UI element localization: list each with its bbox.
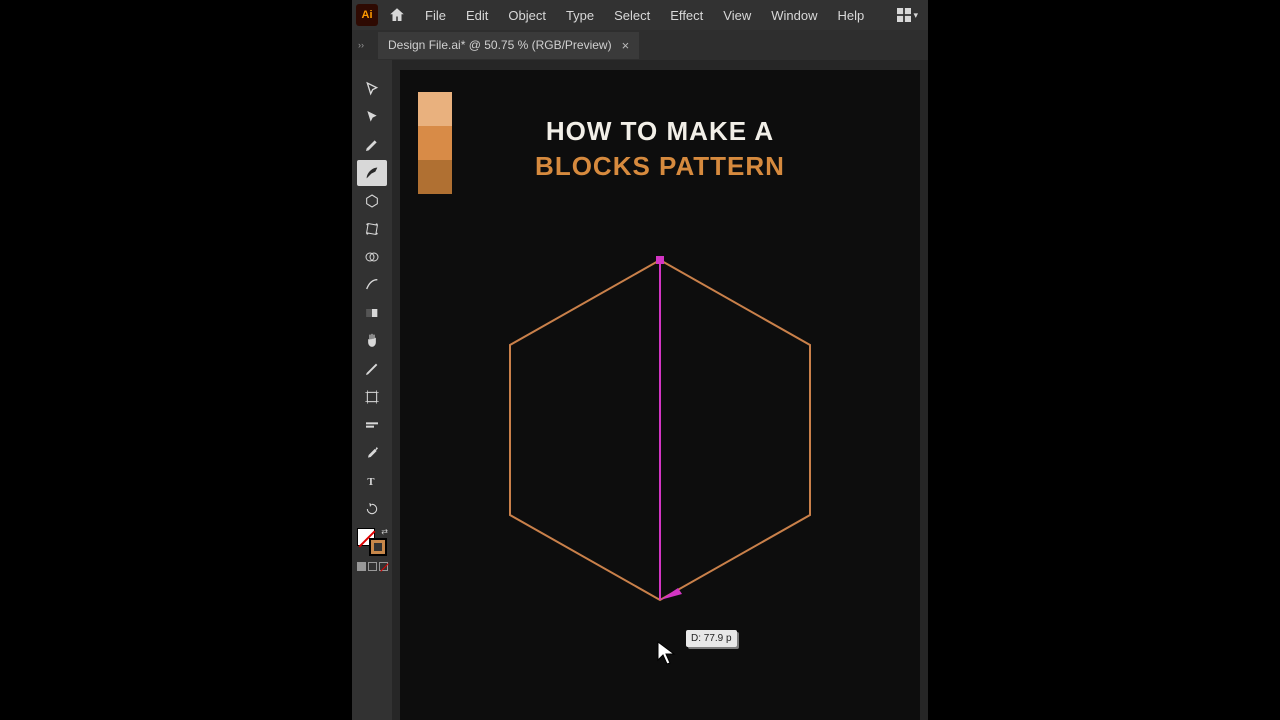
menu-file[interactable]: File bbox=[416, 4, 455, 27]
hand-tool[interactable] bbox=[357, 328, 387, 354]
hexagon-shape[interactable] bbox=[500, 250, 820, 610]
menu-select[interactable]: Select bbox=[605, 4, 659, 27]
draw-inside-icon[interactable] bbox=[379, 562, 388, 571]
title-line-2: BLOCKS PATTERN bbox=[535, 151, 785, 182]
rotate-tool[interactable] bbox=[357, 496, 387, 522]
fill-stroke-control[interactable]: ⇄ bbox=[357, 528, 387, 556]
svg-text:T: T bbox=[367, 477, 374, 488]
pen-tool[interactable] bbox=[357, 132, 387, 158]
direct-selection-tool[interactable] bbox=[357, 104, 387, 130]
canvas-area: HOW TO MAKE A BLOCKS PATTERN D: 77.9 p bbox=[392, 60, 928, 720]
free-transform-tool[interactable] bbox=[357, 216, 387, 242]
measurement-tooltip: D: 77.9 p bbox=[686, 630, 737, 647]
swap-fill-stroke-icon[interactable]: ⇄ bbox=[381, 527, 388, 536]
curvature-tool[interactable] bbox=[357, 160, 387, 186]
tabstrip-handle-icon[interactable]: ›› bbox=[358, 40, 378, 50]
title-line-1: HOW TO MAKE A bbox=[535, 116, 785, 147]
menu-window[interactable]: Window bbox=[762, 4, 826, 27]
width-tool[interactable] bbox=[357, 412, 387, 438]
color-palette bbox=[418, 92, 452, 194]
gradient-tool[interactable] bbox=[357, 300, 387, 326]
menu-object[interactable]: Object bbox=[499, 4, 555, 27]
type-tool[interactable]: T bbox=[357, 468, 387, 494]
menu-effect[interactable]: Effect bbox=[661, 4, 712, 27]
menu-help[interactable]: Help bbox=[828, 4, 873, 27]
stroke-swatch[interactable] bbox=[369, 538, 387, 556]
draw-normal-icon[interactable] bbox=[357, 562, 366, 571]
menu-edit[interactable]: Edit bbox=[457, 4, 497, 27]
tabstrip: ›› Design File.ai* @ 50.75 % (RGB/Previe… bbox=[352, 30, 928, 60]
app-window: Ai File Edit Object Type Select Effect V… bbox=[352, 0, 928, 720]
home-icon[interactable] bbox=[388, 6, 406, 24]
pencil-tool[interactable] bbox=[357, 356, 387, 382]
brush-tool[interactable] bbox=[357, 272, 387, 298]
pen-cursor-icon bbox=[656, 640, 678, 666]
menubar: Ai File Edit Object Type Select Effect V… bbox=[352, 0, 928, 30]
swatch-2 bbox=[418, 126, 452, 160]
document-tab-title: Design File.ai* @ 50.75 % (RGB/Preview) bbox=[388, 38, 612, 52]
document-tab[interactable]: Design File.ai* @ 50.75 % (RGB/Preview) … bbox=[378, 32, 639, 59]
app-logo[interactable]: Ai bbox=[356, 4, 378, 26]
eyedropper-tool[interactable] bbox=[357, 440, 387, 466]
toolbar: T ⇄ bbox=[352, 60, 392, 720]
workspace-switcher-icon[interactable]: ▾ bbox=[891, 8, 924, 22]
swatch-1 bbox=[418, 92, 452, 126]
menu-view[interactable]: View bbox=[714, 4, 760, 27]
draw-behind-icon[interactable] bbox=[368, 562, 377, 571]
artboard-tool[interactable] bbox=[357, 384, 387, 410]
draw-mode-buttons[interactable] bbox=[357, 562, 388, 571]
tutorial-title: HOW TO MAKE A BLOCKS PATTERN bbox=[535, 116, 785, 182]
swatch-3 bbox=[418, 160, 452, 194]
artboard[interactable]: HOW TO MAKE A BLOCKS PATTERN D: 77.9 p bbox=[400, 70, 920, 720]
shapebuilder-tool[interactable] bbox=[357, 244, 387, 270]
ellipse-tool[interactable] bbox=[357, 188, 387, 214]
close-tab-icon[interactable]: × bbox=[622, 38, 630, 53]
menu-type[interactable]: Type bbox=[557, 4, 603, 27]
selection-tool[interactable] bbox=[357, 76, 387, 102]
